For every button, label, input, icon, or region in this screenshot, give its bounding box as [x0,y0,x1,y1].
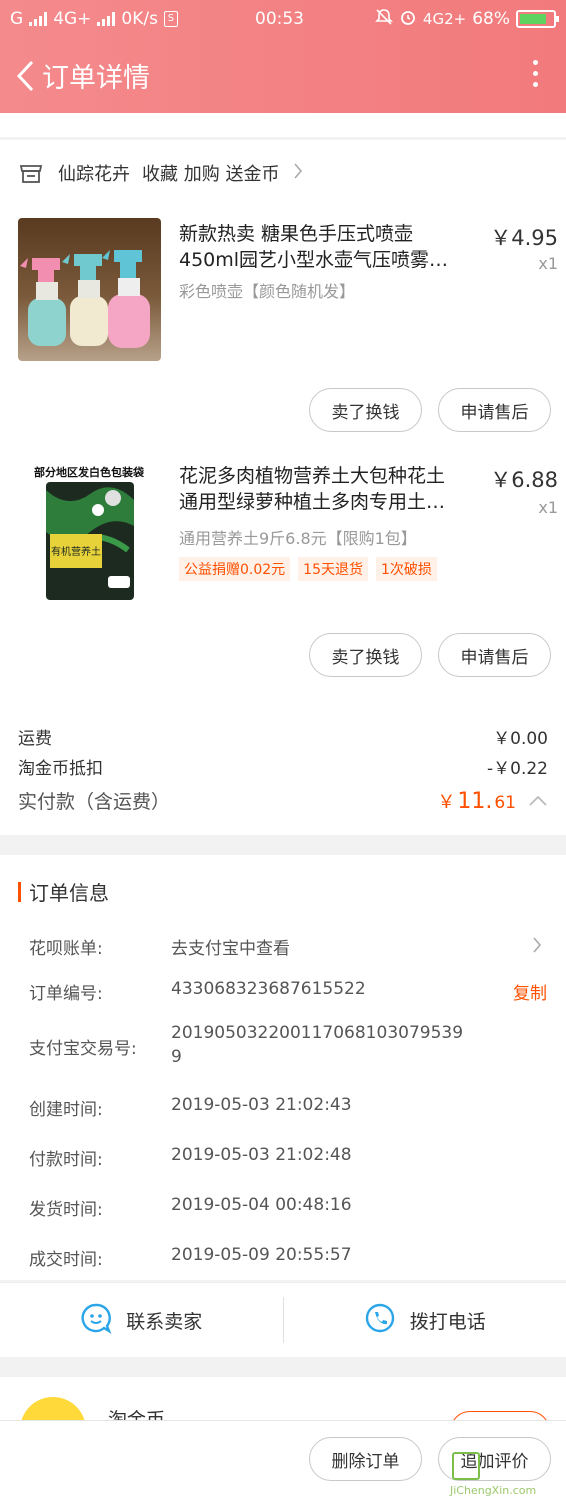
huabei-label: 花呗账单: [29,939,103,959]
product-price: ￥6.88 [490,468,558,492]
shop-name: 仙踪花卉 [58,164,130,185]
product-sku: 通用营养土9斤6.8元【限购1包】 [179,529,417,548]
total-amount: ￥ 11. 61 [437,788,516,814]
shipped-time-value: 2019-05-04 00:48:16 [171,1195,352,1215]
shop-row[interactable]: 仙踪花卉 收藏 加购 送金币 [18,160,303,186]
completed-time-value: 2019-05-09 20:55:57 [171,1245,352,1265]
call-phone-button[interactable]: 拨打电话 [284,1283,566,1357]
watermark-text: JiChengXin.com [450,1484,537,1497]
battery-label: 68% [472,9,510,29]
bag-label: 有机营养土 [51,545,101,558]
total-label: 实付款（含运费） [18,791,171,813]
product-qty: x1 [538,254,558,273]
after-sales-button[interactable]: 申请售后 [438,388,551,432]
product-item[interactable]: 新款热卖 糖果色手压式喷壶 450ml园艺小型水壶气压喷雾… 彩色喷壶【颜色随机… [18,218,558,363]
shipping-row: 运费 ￥0.00 [18,724,548,749]
chat-bubble-icon [80,1302,112,1339]
copy-button[interactable]: 复制 [513,979,547,1004]
product-title[interactable]: 花泥多肉植物营养土大包种花土 通用型绿萝种植土多肉专用土… [179,463,469,515]
page-title: 订单详情 [42,63,150,94]
signal-icon-2 [97,12,116,26]
total-row[interactable]: 实付款（含运费） ￥ 11. 61 [18,787,548,814]
title-accent-bar [18,881,21,902]
battery-icon [516,10,559,28]
tag-charity: 公益捐赠0.02元 [179,557,291,581]
coin-deduction-row: 淘金币抵扣 -￥0.22 [18,754,548,779]
huabei-value[interactable]: 去支付宝中查看 [171,934,290,959]
alipay-trade-value-line1: 201905032200117068103079539 [171,1023,464,1043]
tag-return: 15天退货 [298,557,368,581]
network2-label: 4G2+ [422,10,467,28]
header: G 4G+ 0K/s S 00:53 4G2+ 68% 订单详情 [0,0,566,113]
contact-seller-button[interactable]: 联系卖家 [0,1283,283,1357]
phone-icon [364,1302,396,1339]
sim-icon: S [163,11,178,27]
product-title-line2: 通用型绿萝种植土多肉专用土… [179,491,446,513]
coin-card: 淘金币 [0,1377,566,1463]
image-caption: 部分地区发白色包装袋 [34,465,145,479]
back-icon[interactable] [10,56,40,96]
status-bar: G 4G+ 0K/s S 00:53 4G2+ 68% [0,0,566,38]
order-info-title-text: 订单信息 [29,881,109,905]
sell-for-cash-button[interactable]: 卖了换钱 [309,388,422,432]
product-image-soil-bag[interactable]: 部分地区发白色包装袋 有机营养土 [18,460,161,603]
shop-promo: 收藏 加购 送金币 [142,164,280,185]
shipping-value: ￥0.00 [493,729,548,749]
network-label: 4G+ [53,9,92,29]
created-time-label: 创建时间: [29,1100,103,1120]
sell-for-cash-button[interactable]: 卖了换钱 [309,633,422,677]
carrier-label: G [10,9,24,29]
product-price: ￥4.95 [490,226,558,250]
paid-time-value: 2019-05-03 21:02:48 [171,1145,352,1165]
order-info-title: 订单信息 [18,877,109,906]
contact-seller-label: 联系卖家 [126,1310,203,1333]
chevron-right-icon[interactable] [532,936,542,958]
total-integer: 11. [457,788,493,814]
speed-label: 0K/s [121,9,158,29]
call-phone-label: 拨打电话 [409,1310,486,1333]
product-title[interactable]: 新款热卖 糖果色手压式喷壶 450ml园艺小型水壶气压喷雾… [179,221,469,273]
mute-icon [374,8,393,31]
total-decimal: 61 [494,792,516,813]
more-icon[interactable] [533,60,538,87]
alipay-trade-value: 201905032200117068103079539 9 [171,1021,463,1069]
clock: 00:53 [255,9,304,29]
paid-time-label: 付款时间: [29,1150,103,1170]
order-number-value: 433068323687615522 [171,979,366,999]
product-title-line1: 新款热卖 糖果色手压式喷壶 [179,223,414,245]
shipped-time-label: 发货时间: [29,1200,103,1220]
delete-order-button[interactable]: 删除订单 [309,1437,422,1481]
chevron-up-icon[interactable] [528,790,548,812]
shop-icon [18,160,44,186]
product-qty: x1 [538,498,558,517]
chevron-right-icon [293,162,303,185]
product-title-line1: 花泥多肉植物营养土大包种花土 [179,465,446,487]
after-sales-button[interactable]: 申请售后 [438,633,551,677]
completed-time-label: 成交时间: [29,1250,103,1270]
product-item[interactable]: 部分地区发白色包装袋 有机营养土 花泥多肉植物营养土大包种花土 通用型绿萝种植土… [18,460,558,605]
coin-deduction-label: 淘金币抵扣 [18,759,103,779]
alarm-icon [399,8,417,31]
service-tags: 公益捐赠0.02元 15天退货 1次破损 [179,557,437,581]
order-number-label: 订单编号: [29,984,103,1004]
alipay-trade-label: 支付宝交易号: [29,1039,137,1059]
created-time-value: 2019-05-03 21:02:43 [171,1095,352,1115]
product-image-spray-bottles[interactable] [18,218,161,361]
shipping-label: 运费 [18,729,52,749]
top-strip [0,113,566,137]
navbar: 订单详情 [0,38,566,113]
alipay-trade-value-line2: 9 [171,1047,182,1067]
watermark-logo [452,1452,480,1480]
contact-bar: 联系卖家 拨打电话 [0,1282,566,1357]
coin-deduction-value: -￥0.22 [487,759,548,779]
product-title-line2: 450ml园艺小型水壶气压喷雾… [179,249,449,271]
product-sku: 彩色喷壶【颜色随机发】 [179,282,356,301]
signal-icon [29,12,48,26]
tag-damage: 1次破损 [376,557,437,581]
total-currency: ￥ [437,791,456,813]
